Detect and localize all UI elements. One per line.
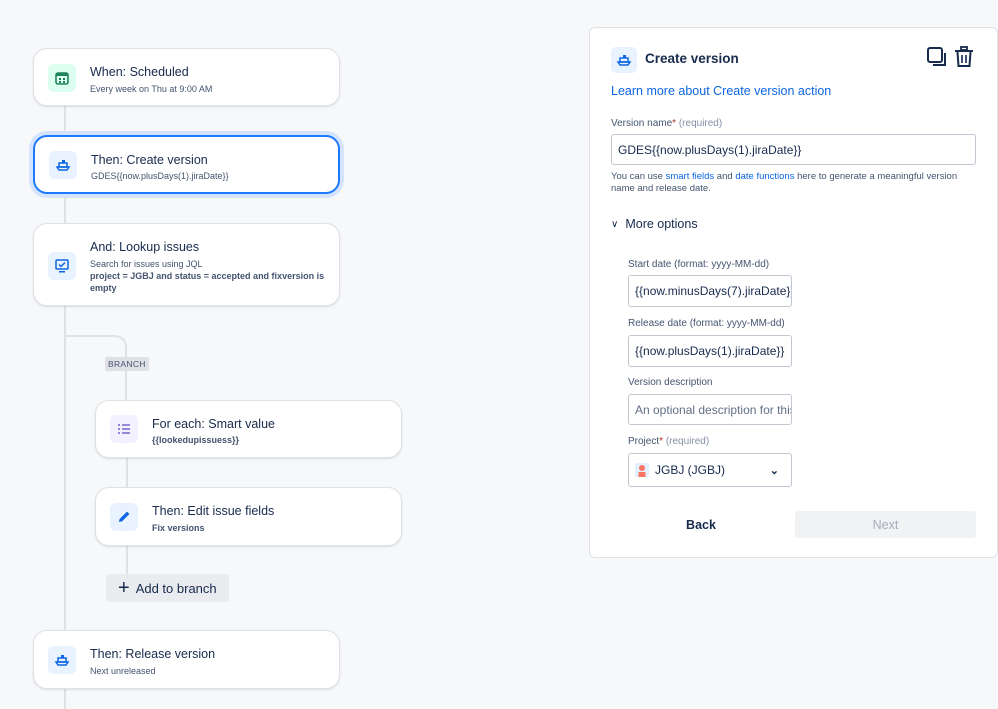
chevron-down-icon: ∨ xyxy=(611,218,619,230)
release-date-label: Release date (format: yyyy-MM-dd) xyxy=(628,318,785,329)
version-name-help: You can use smart fields and date functi… xyxy=(611,171,958,194)
plus-icon: + xyxy=(118,577,130,599)
project-label: Project* (required) xyxy=(628,436,710,447)
release-version-subtitle: Next unreleased xyxy=(90,666,156,676)
start-date-input[interactable]: {{now.minusDays(7).jiraDate}} xyxy=(628,275,792,307)
trash-icon[interactable] xyxy=(953,45,975,69)
release-version-title: Then: Release version xyxy=(90,647,216,661)
connector-line xyxy=(126,458,128,488)
ship-icon xyxy=(49,151,77,179)
release-date-input[interactable]: {{now.plusDays(1).jiraDate}} xyxy=(628,335,792,367)
lookup-jql: project = JGBJ and status = accepted and… xyxy=(90,271,325,293)
next-button[interactable]: Next xyxy=(795,511,976,538)
add-to-branch-button[interactable]: + Add to branch xyxy=(106,574,229,602)
connector-line xyxy=(64,106,66,136)
create-version-subtitle: GDES{{now.plusDays(1).jiraDate}} xyxy=(91,171,229,181)
create-version-card[interactable]: Then: Create version GDES{{now.plusDays(… xyxy=(33,135,340,194)
duplicate-icon[interactable] xyxy=(926,46,948,68)
panel-title: Create version xyxy=(645,51,739,66)
smart-fields-link[interactable]: smart fields xyxy=(666,171,715,182)
project-avatar xyxy=(635,463,649,477)
list-icon xyxy=(110,415,138,443)
lookup-issues-card[interactable]: And: Lookup issues Search for issues usi… xyxy=(33,223,340,306)
edit-fields-title: Then: Edit issue fields xyxy=(152,504,275,518)
trigger-card[interactable]: When: Scheduled Every week on Thu at 9:0… xyxy=(33,48,340,106)
add-to-branch-label: Add to branch xyxy=(135,580,217,596)
connector-line xyxy=(126,546,128,576)
create-version-title: Then: Create version xyxy=(91,153,208,167)
edit-fields-card[interactable]: Then: Edit issue fields Fix versions xyxy=(95,487,402,546)
for-each-card[interactable]: For each: Smart value {{lookedupissuess}… xyxy=(95,400,402,458)
chevron-down-icon: ⌄ xyxy=(769,464,779,477)
for-each-subtitle: {{lookedupissuess}} xyxy=(152,435,240,445)
lookup-subtitle: Search for issues using JQL xyxy=(90,259,203,269)
back-button[interactable]: Back xyxy=(631,512,771,538)
version-name-label: Version name* (required) xyxy=(611,118,723,129)
date-functions-link[interactable]: date functions xyxy=(735,171,794,182)
pencil-icon xyxy=(110,503,138,531)
version-description-label: Version description xyxy=(628,377,713,388)
release-version-card[interactable]: Then: Release version Next unreleased xyxy=(33,630,340,689)
trigger-subtitle: Every week on Thu at 9:00 AM xyxy=(90,84,213,94)
connector-line xyxy=(64,194,66,224)
project-value: JGBJ (JGBJ) xyxy=(655,463,726,477)
action-config-panel: Create version Learn more about Create v… xyxy=(589,27,998,558)
version-description-input[interactable]: An optional description for this version xyxy=(628,394,792,425)
start-date-label: Start date (format: yyyy-MM-dd) xyxy=(628,259,770,270)
project-select[interactable]: JGBJ (JGBJ) ⌄ xyxy=(628,453,792,487)
ship-icon xyxy=(48,646,76,674)
learn-more-link[interactable]: Learn more about Create version action xyxy=(611,84,831,98)
for-each-title: For each: Smart value xyxy=(152,417,275,431)
monitor-check-icon xyxy=(48,252,76,280)
trigger-title: When: Scheduled xyxy=(90,65,189,79)
version-name-input[interactable]: GDES{{now.plusDays(1).jiraDate}} xyxy=(611,134,976,165)
more-options-toggle[interactable]: ∨ More options xyxy=(611,217,698,231)
branch-tag: BRANCH xyxy=(105,357,149,371)
edit-fields-subtitle: Fix versions xyxy=(152,523,205,533)
calendar-icon xyxy=(48,64,76,92)
ship-icon xyxy=(611,47,637,73)
lookup-title: And: Lookup issues xyxy=(90,240,200,254)
